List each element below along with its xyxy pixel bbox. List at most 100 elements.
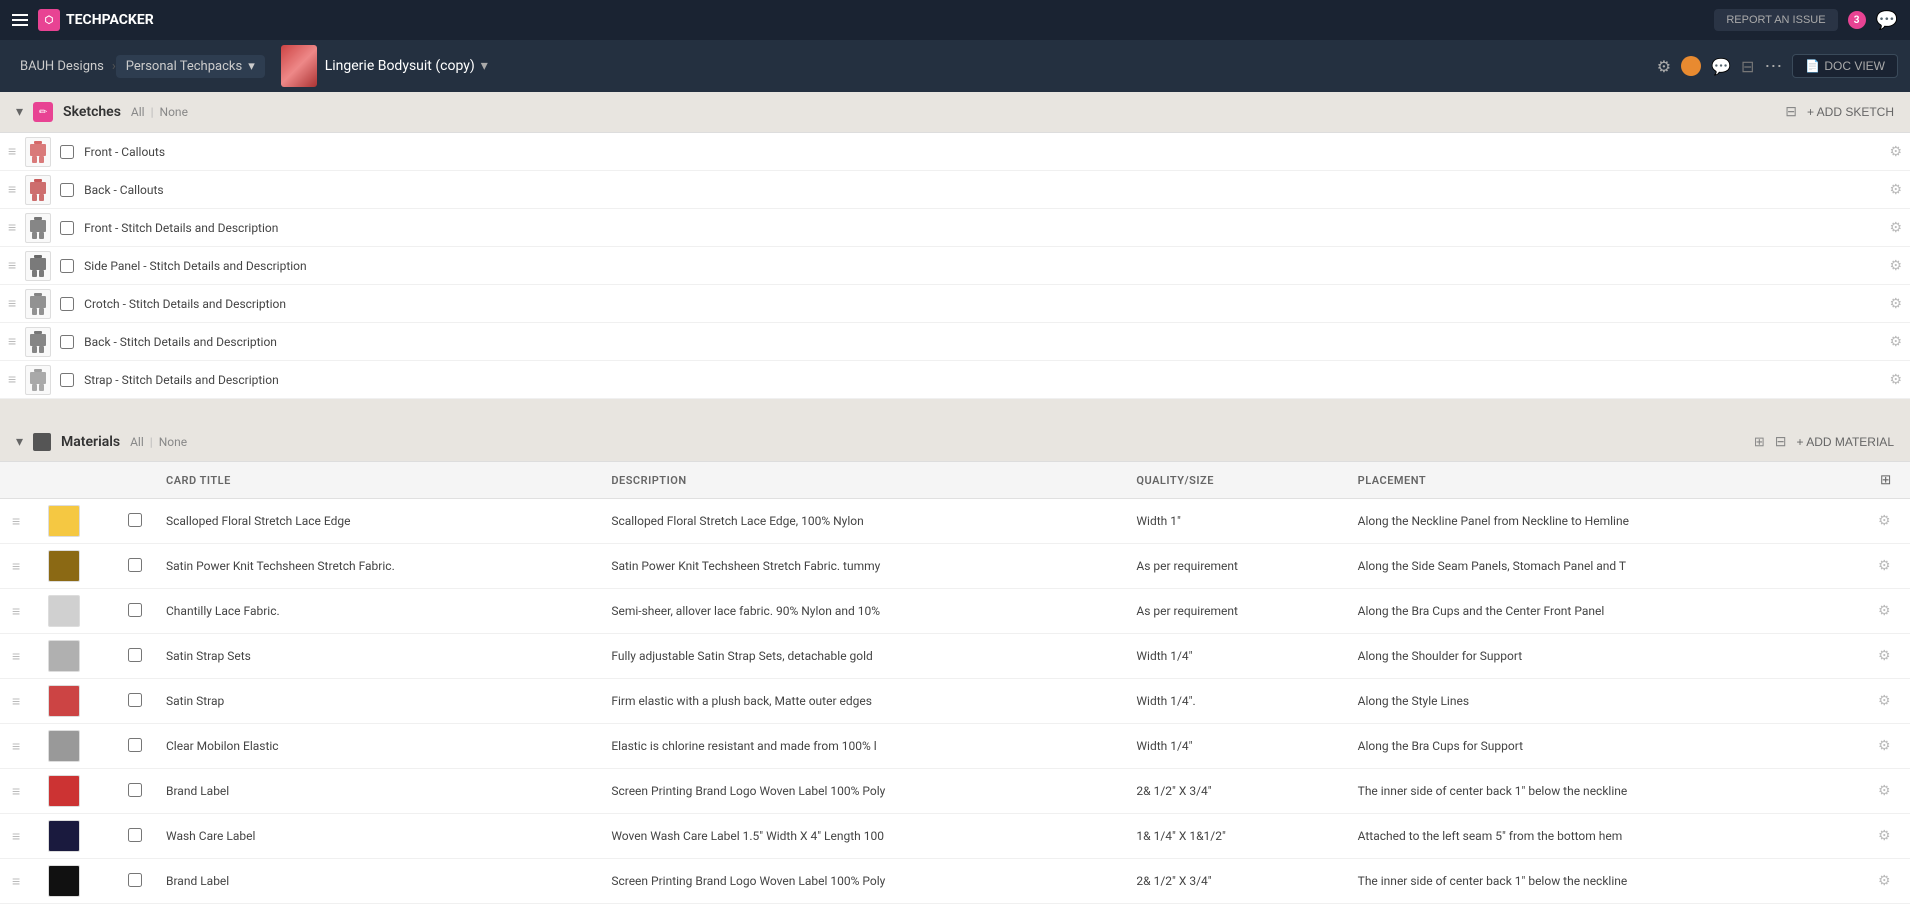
mat-settings-icon[interactable]: ⚙ [1878,693,1891,709]
add-sketch-button[interactable]: + ADD SKETCH [1807,105,1894,119]
mat-quality: Width 1/4" [1136,739,1192,753]
materials-sort-icon[interactable]: ⊟ [1775,434,1787,450]
mat-settings-icon[interactable]: ⚙ [1878,603,1891,619]
materials-collapse-icon[interactable]: ▾ [16,434,23,450]
techpack-dropdown[interactable]: Personal Techpacks ▾ [116,55,265,78]
mat-settings-icon[interactable]: ⚙ [1878,513,1891,529]
mat-drag-handle-icon[interactable]: ≡ [12,559,20,575]
mat-quality-cell: Width 1" [1124,499,1345,544]
mat-drag-handle-icon[interactable]: ≡ [12,694,20,710]
sketches-table: ≡ Front - Callouts ⚙ ≡ [0,133,1910,399]
col-action-header: ⊞ [1866,462,1910,499]
materials-filter-tabs: All | None [130,435,187,449]
mat-checkbox[interactable] [128,783,142,797]
top-nav: ⬡ TECHPACKER REPORT AN ISSUE 3 💬 [0,0,1910,40]
sketch-settings-icon[interactable]: ⚙ [1889,296,1902,312]
material-row: ≡ Chantilly Lace Fabric. Semi-sheer, all… [0,589,1910,634]
sketch-settings-icon[interactable]: ⚙ [1889,334,1902,350]
sketches-sort-icon[interactable]: ⊟ [1785,104,1797,120]
sketch-checkbox[interactable] [60,259,74,273]
more-options-icon[interactable]: ⋯ [1764,56,1782,77]
sketches-filter-none[interactable]: None [160,105,188,119]
mat-placement-cell: Along the Style Lines [1346,679,1866,724]
sketch-checkbox[interactable] [60,221,74,235]
breadcrumb-bauh[interactable]: BAUH Designs [12,59,112,74]
mat-thumbnail [48,505,80,537]
user-avatar[interactable] [1681,56,1701,76]
mat-drag-handle-icon[interactable]: ≡ [12,514,20,530]
mat-checkbox[interactable] [128,603,142,617]
mat-thumb-cell [36,769,116,814]
sketch-checkbox[interactable] [60,183,74,197]
mat-drag-cell: ≡ [0,724,36,769]
sketches-collapse-icon[interactable]: ▾ [16,104,23,120]
mat-settings-icon[interactable]: ⚙ [1878,738,1891,754]
materials-filter-all[interactable]: All [130,435,144,449]
materials-filter-none[interactable]: None [159,435,187,449]
mat-desc-cell: Screen Printing Brand Logo Woven Label 1… [599,859,1124,904]
sketch-checkbox[interactable] [60,373,74,387]
mat-checkbox[interactable] [128,738,142,752]
comment-icon[interactable]: 💬 [1711,57,1731,76]
drag-handle-icon[interactable]: ≡ [8,371,16,388]
mat-check-cell [116,589,154,634]
column-settings-button[interactable]: ⊞ [1878,470,1893,490]
doc-view-button[interactable]: 📄 DOC VIEW [1792,54,1898,78]
mat-checkbox[interactable] [128,513,142,527]
sketch-name: Strap - Stitch Details and Description [84,373,1889,387]
chat-icon[interactable]: 💬 [1876,10,1898,31]
report-issue-button[interactable]: REPORT AN ISSUE [1714,9,1837,31]
mat-checkbox[interactable] [128,648,142,662]
mat-checkbox[interactable] [128,873,142,887]
mat-drag-handle-icon[interactable]: ≡ [12,649,20,665]
mat-drag-handle-icon[interactable]: ≡ [12,784,20,800]
sketch-checkbox[interactable] [60,297,74,311]
sketch-settings-icon[interactable]: ⚙ [1889,220,1902,236]
garment-section: Lingerie Bodysuit (copy) ▾ [281,45,488,87]
drag-handle-icon[interactable]: ≡ [8,257,16,274]
col-drag-header [0,462,36,499]
drag-handle-icon[interactable]: ≡ [8,219,16,236]
sketch-checkbox[interactable] [60,145,74,159]
sketch-settings-icon[interactable]: ⚙ [1889,258,1902,274]
mat-placement: Along the Style Lines [1358,694,1469,708]
materials-grid-icon[interactable]: ⊞ [1754,435,1765,450]
drag-handle-icon[interactable]: ≡ [8,295,16,312]
drag-handle-icon[interactable]: ≡ [8,143,16,160]
add-material-button[interactable]: + ADD MATERIAL [1797,435,1894,449]
mat-drag-handle-icon[interactable]: ≡ [12,874,20,890]
sketch-checkbox[interactable] [60,335,74,349]
mat-settings-icon[interactable]: ⚙ [1878,558,1891,574]
filter-icon[interactable]: ⊟ [1741,57,1754,76]
mat-checkbox[interactable] [128,828,142,842]
mat-check-cell [116,814,154,859]
mat-settings-icon[interactable]: ⚙ [1878,873,1891,889]
sketch-row: ≡ Back - Stitch Details and Description … [0,323,1910,361]
sketch-settings-icon[interactable]: ⚙ [1889,144,1902,160]
mat-drag-handle-icon[interactable]: ≡ [12,739,20,755]
mat-checkbox[interactable] [128,693,142,707]
garment-chevron-icon[interactable]: ▾ [481,58,488,74]
mat-settings-icon[interactable]: ⚙ [1878,648,1891,664]
sketch-settings-icon[interactable]: ⚙ [1889,372,1902,388]
drag-handle-icon[interactable]: ≡ [8,181,16,198]
mat-placement-cell: The inner side of center back 1" below t… [1346,769,1866,814]
sketches-section-title: Sketches [63,104,121,120]
mat-settings-icon[interactable]: ⚙ [1878,828,1891,844]
sketch-settings-icon[interactable]: ⚙ [1889,182,1902,198]
mat-settings-icon[interactable]: ⚙ [1878,783,1891,799]
hamburger-menu[interactable] [12,14,28,26]
settings-icon[interactable]: ⚙ [1657,57,1671,76]
mat-drag-handle-icon[interactable]: ≡ [12,829,20,845]
mat-desc-cell: Elastic is chlorine resistant and made f… [599,724,1124,769]
drag-handle-icon[interactable]: ≡ [8,333,16,350]
mat-thumbnail [48,865,80,897]
sketches-filter-all[interactable]: All [131,105,145,119]
mat-check-cell [116,769,154,814]
mat-drag-cell: ≡ [0,769,36,814]
techpack-label: Personal Techpacks [126,59,242,74]
mat-checkbox[interactable] [128,558,142,572]
mat-desc-cell: Screen Printing Brand Logo Woven Label 1… [599,769,1124,814]
mat-drag-handle-icon[interactable]: ≡ [12,604,20,620]
notification-badge[interactable]: 3 [1848,11,1866,29]
